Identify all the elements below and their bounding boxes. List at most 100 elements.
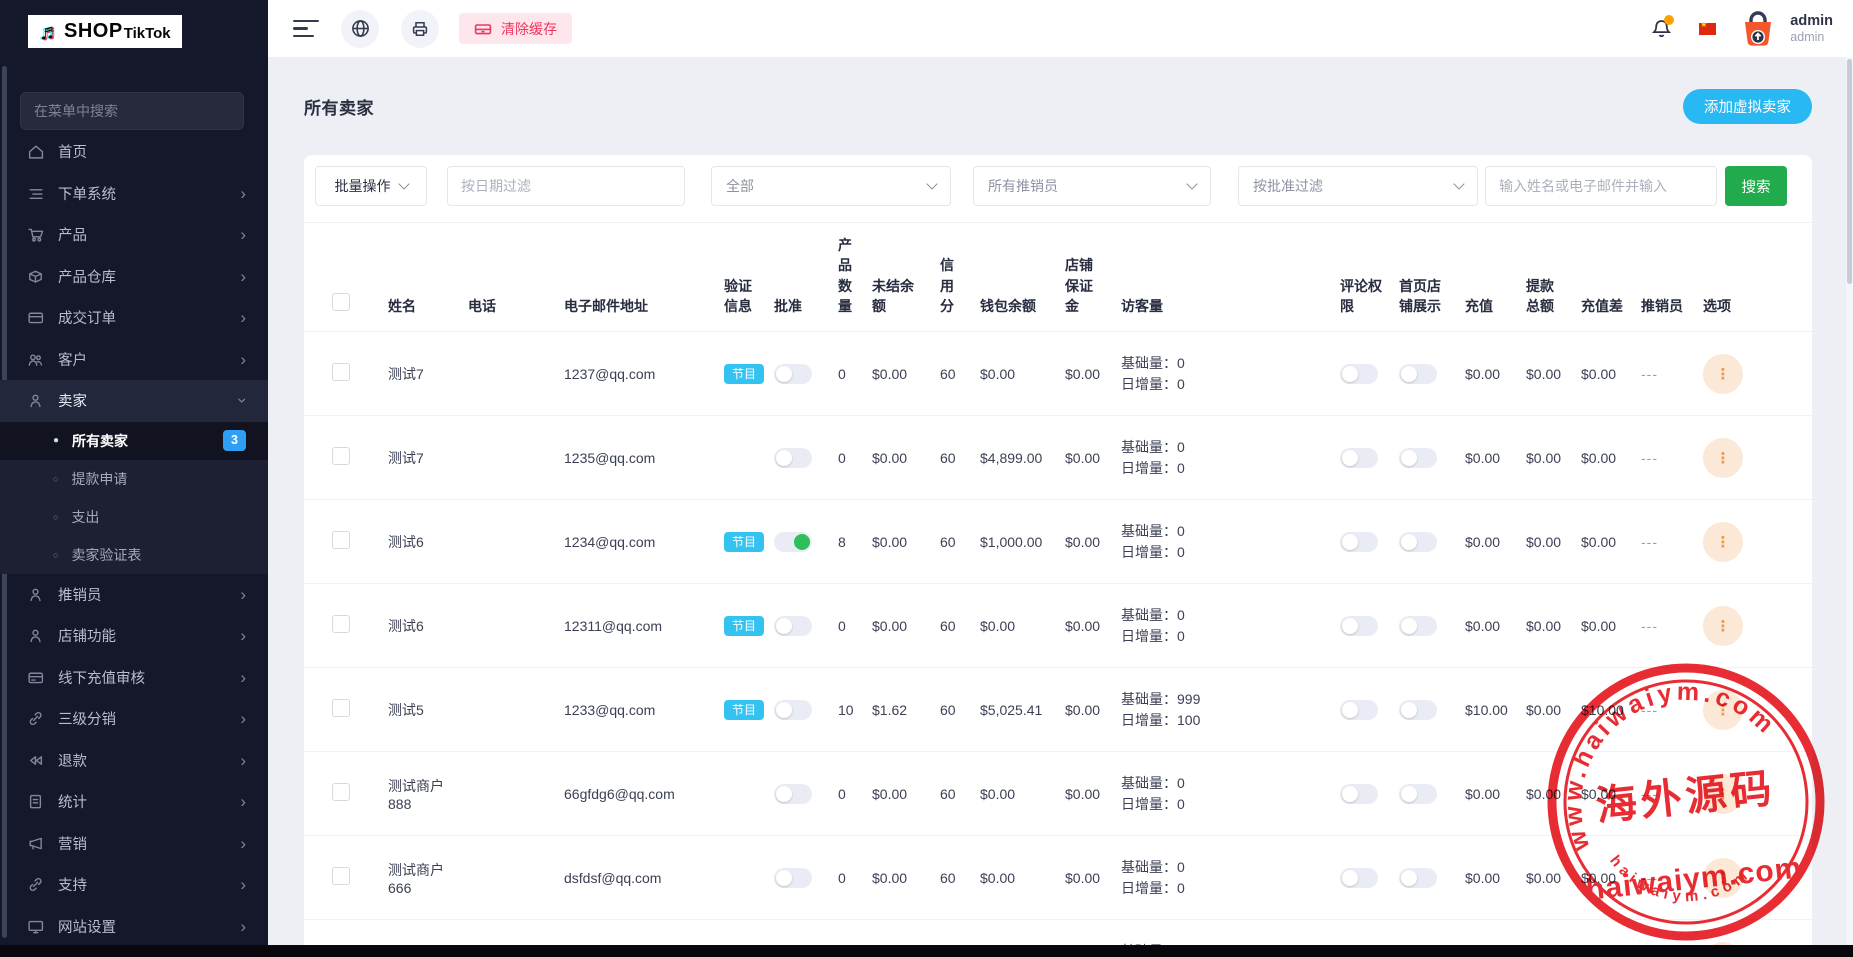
cell-recharge: $0.00: [1457, 500, 1518, 584]
homepage-display-toggle[interactable]: [1399, 700, 1437, 720]
sidebar-item-label: 三级分销: [58, 708, 116, 729]
approve-toggle[interactable]: [774, 532, 812, 552]
row-checkbox[interactable]: [332, 363, 350, 381]
menu-toggle-icon[interactable]: [293, 20, 319, 38]
approval-filter-select[interactable]: 按批准过滤: [1238, 166, 1478, 206]
sidebar-item-13[interactable]: 营销›: [0, 823, 268, 865]
cell-approve: [766, 584, 830, 668]
row-checkbox[interactable]: [332, 531, 350, 549]
sidebar-item-12[interactable]: 统计›: [0, 781, 268, 823]
sidebar-subitem[interactable]: ○卖家验证表: [0, 536, 268, 574]
row-checkbox[interactable]: [332, 447, 350, 465]
cell-verify: [716, 416, 766, 500]
sidebar-subitem[interactable]: ●所有卖家3: [0, 422, 268, 460]
date-filter-input[interactable]: [447, 166, 685, 206]
cell-outstanding: $0.00: [864, 752, 932, 836]
sidebar-item-15[interactable]: 网站设置›: [0, 906, 268, 948]
page-head: 所有卖家 添加虚拟卖家: [304, 57, 1812, 155]
cell-homepage-display: [1391, 500, 1457, 584]
cell-phone: [460, 668, 556, 752]
add-virtual-seller-button[interactable]: 添加虚拟卖家: [1683, 89, 1812, 124]
cell-salesman: ---: [1633, 752, 1695, 836]
sidebar-item-8[interactable]: 店铺功能›: [0, 615, 268, 657]
clear-cache-button[interactable]: 清除缓存: [459, 13, 572, 44]
row-options-button[interactable]: ⋮: [1703, 858, 1743, 898]
select-all-checkbox[interactable]: [332, 293, 350, 311]
homepage-display-toggle[interactable]: [1399, 784, 1437, 804]
cell-products: 10: [830, 668, 864, 752]
approve-toggle[interactable]: [774, 868, 812, 888]
table-row: 测试商户 666dsfdsf@qq.com0$0.0060$0.00$0.00基…: [304, 836, 1812, 920]
sidebar-item-5[interactable]: 客户›: [0, 339, 268, 381]
comment-permission-toggle[interactable]: [1340, 784, 1378, 804]
approve-toggle[interactable]: [774, 364, 812, 384]
sidebar-item-3[interactable]: 产品仓库›: [0, 256, 268, 298]
avatar[interactable]: [1738, 8, 1778, 50]
row-checkbox[interactable]: [332, 615, 350, 633]
cell-withdrawal: $0.00: [1518, 836, 1573, 920]
sidebar-item-0[interactable]: 首页: [0, 131, 268, 173]
sidebar-item-1[interactable]: 下单系统›: [0, 173, 268, 215]
homepage-display-toggle[interactable]: [1399, 364, 1437, 384]
approve-toggle[interactable]: [774, 784, 812, 804]
language-globe-button[interactable]: [341, 10, 379, 48]
column-header: 首页店铺展示: [1391, 223, 1457, 332]
row-options-button[interactable]: ⋮: [1703, 354, 1743, 394]
user-role: admin: [1790, 30, 1833, 45]
status-filter-select[interactable]: 全部: [711, 166, 951, 206]
row-options-button[interactable]: ⋮: [1703, 774, 1743, 814]
cell-wallet: $0.00: [972, 836, 1057, 920]
orders-icon: [27, 309, 45, 326]
salesman-filter-select[interactable]: 所有推销员: [973, 166, 1211, 206]
sidebar-subitem[interactable]: ○支出: [0, 498, 268, 536]
comment-permission-toggle[interactable]: [1340, 448, 1378, 468]
comment-permission-toggle[interactable]: [1340, 868, 1378, 888]
cell-verify: [716, 836, 766, 920]
menu-search-input[interactable]: [20, 92, 244, 130]
sidebar-item-9[interactable]: 线下充值审核›: [0, 657, 268, 699]
homepage-display-toggle[interactable]: [1399, 532, 1437, 552]
approve-toggle[interactable]: [774, 700, 812, 720]
row-checkbox[interactable]: [332, 783, 350, 801]
sidebar-subitem[interactable]: ○提款申请: [0, 460, 268, 498]
print-button[interactable]: [401, 10, 439, 48]
comment-permission-toggle[interactable]: [1340, 616, 1378, 636]
cell-credit: 60: [932, 668, 972, 752]
sidebar-item-10[interactable]: 三级分销›: [0, 698, 268, 740]
cell-deposit: $0.00: [1057, 752, 1113, 836]
search-button[interactable]: 搜索: [1725, 166, 1787, 206]
comment-permission-toggle[interactable]: [1340, 700, 1378, 720]
china-flag-icon[interactable]: ★: [1699, 23, 1716, 35]
cell-credit: 60: [932, 500, 972, 584]
row-options-button[interactable]: ⋮: [1703, 438, 1743, 478]
notifications-button[interactable]: [1651, 18, 1672, 40]
approve-toggle[interactable]: [774, 448, 812, 468]
row-checkbox[interactable]: [332, 699, 350, 717]
page-scrollbar[interactable]: [1846, 57, 1853, 945]
homepage-display-toggle[interactable]: [1399, 868, 1437, 888]
row-checkbox[interactable]: [332, 867, 350, 885]
homepage-display-toggle[interactable]: [1399, 448, 1437, 468]
cell-visitors: 基础量：0日增量：0: [1113, 836, 1332, 920]
bulk-action-dropdown[interactable]: 批量操作: [315, 166, 427, 206]
sidebar-item-7[interactable]: 推销员›: [0, 574, 268, 616]
approve-toggle[interactable]: [774, 616, 812, 636]
row-options-button[interactable]: ⋮: [1703, 522, 1743, 562]
comment-permission-toggle[interactable]: [1340, 532, 1378, 552]
user-menu[interactable]: admin admin: [1790, 12, 1833, 45]
row-options-button[interactable]: ⋮: [1703, 606, 1743, 646]
cell-recharge-diff: $10.00: [1573, 668, 1633, 752]
sidebar-item-6[interactable]: 卖家›: [0, 380, 268, 422]
sidebar-item-4[interactable]: 成交订单›: [0, 297, 268, 339]
search-input[interactable]: [1485, 166, 1717, 206]
comment-permission-toggle[interactable]: [1340, 364, 1378, 384]
logo[interactable]: ♬ SHOP TikTok: [28, 15, 182, 48]
row-options-button[interactable]: ⋮: [1703, 690, 1743, 730]
homepage-display-toggle[interactable]: [1399, 616, 1437, 636]
sidebar-item-11[interactable]: 退款›: [0, 740, 268, 782]
sidebar-item-label: 线下充值审核: [58, 667, 145, 688]
sidebar-item-2[interactable]: 产品›: [0, 214, 268, 256]
user-name: admin: [1790, 12, 1833, 30]
sidebar-item-14[interactable]: 支持›: [0, 864, 268, 906]
cell-email: 12311@qq.com: [556, 584, 716, 668]
